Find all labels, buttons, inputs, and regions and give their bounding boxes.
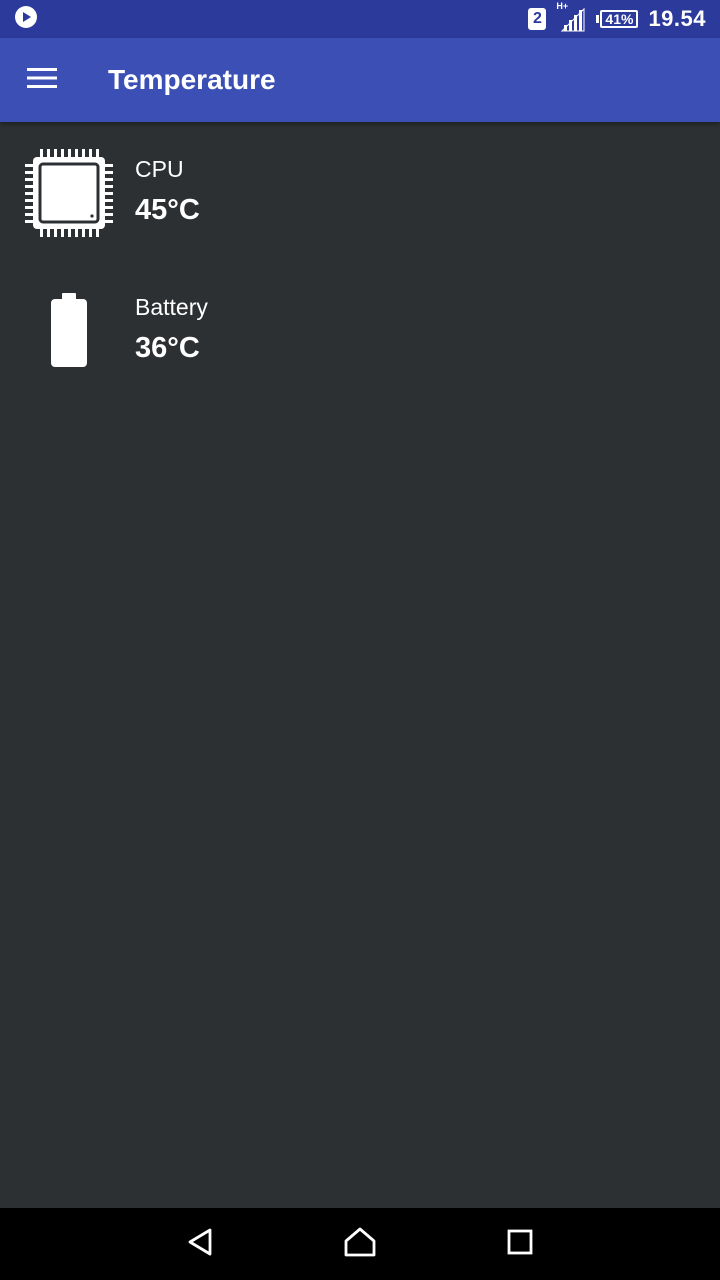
- hamburger-menu-icon: [27, 67, 57, 94]
- back-button[interactable]: [170, 1214, 230, 1274]
- sensor-value: 45°C: [135, 194, 200, 226]
- app-bar: Temperature: [0, 38, 720, 122]
- sim-slot-badge: 2: [528, 8, 547, 30]
- sensor-value: 36°C: [135, 332, 200, 364]
- back-triangle-icon: [185, 1227, 215, 1262]
- status-bar: 2 H+ 41% 19.54: [0, 0, 720, 38]
- cpu-chip-icon: [22, 146, 116, 240]
- sensor-item-cpu[interactable]: CPU 45°C: [0, 122, 720, 260]
- menu-button[interactable]: [0, 38, 84, 122]
- home-icon: [343, 1227, 377, 1262]
- signal-icon: H+: [556, 1, 586, 33]
- home-button[interactable]: [330, 1214, 390, 1274]
- clock: 19.54: [648, 6, 706, 31]
- recents-square-icon: [506, 1228, 534, 1261]
- navigation-bar: [0, 1208, 720, 1280]
- recents-button[interactable]: [490, 1214, 550, 1274]
- sensor-item-battery[interactable]: Battery 36°C: [0, 260, 720, 398]
- battery-icon: [22, 284, 116, 378]
- battery-percent: 41%: [600, 10, 639, 28]
- page-title: Temperature: [108, 64, 276, 95]
- sensor-list: CPU 45°C Battery 36°C: [0, 122, 720, 398]
- battery-status-icon: 41%: [596, 10, 639, 28]
- play-notification-icon: [14, 5, 38, 34]
- sensor-label: Battery: [135, 294, 208, 320]
- sensor-label: CPU: [135, 156, 184, 182]
